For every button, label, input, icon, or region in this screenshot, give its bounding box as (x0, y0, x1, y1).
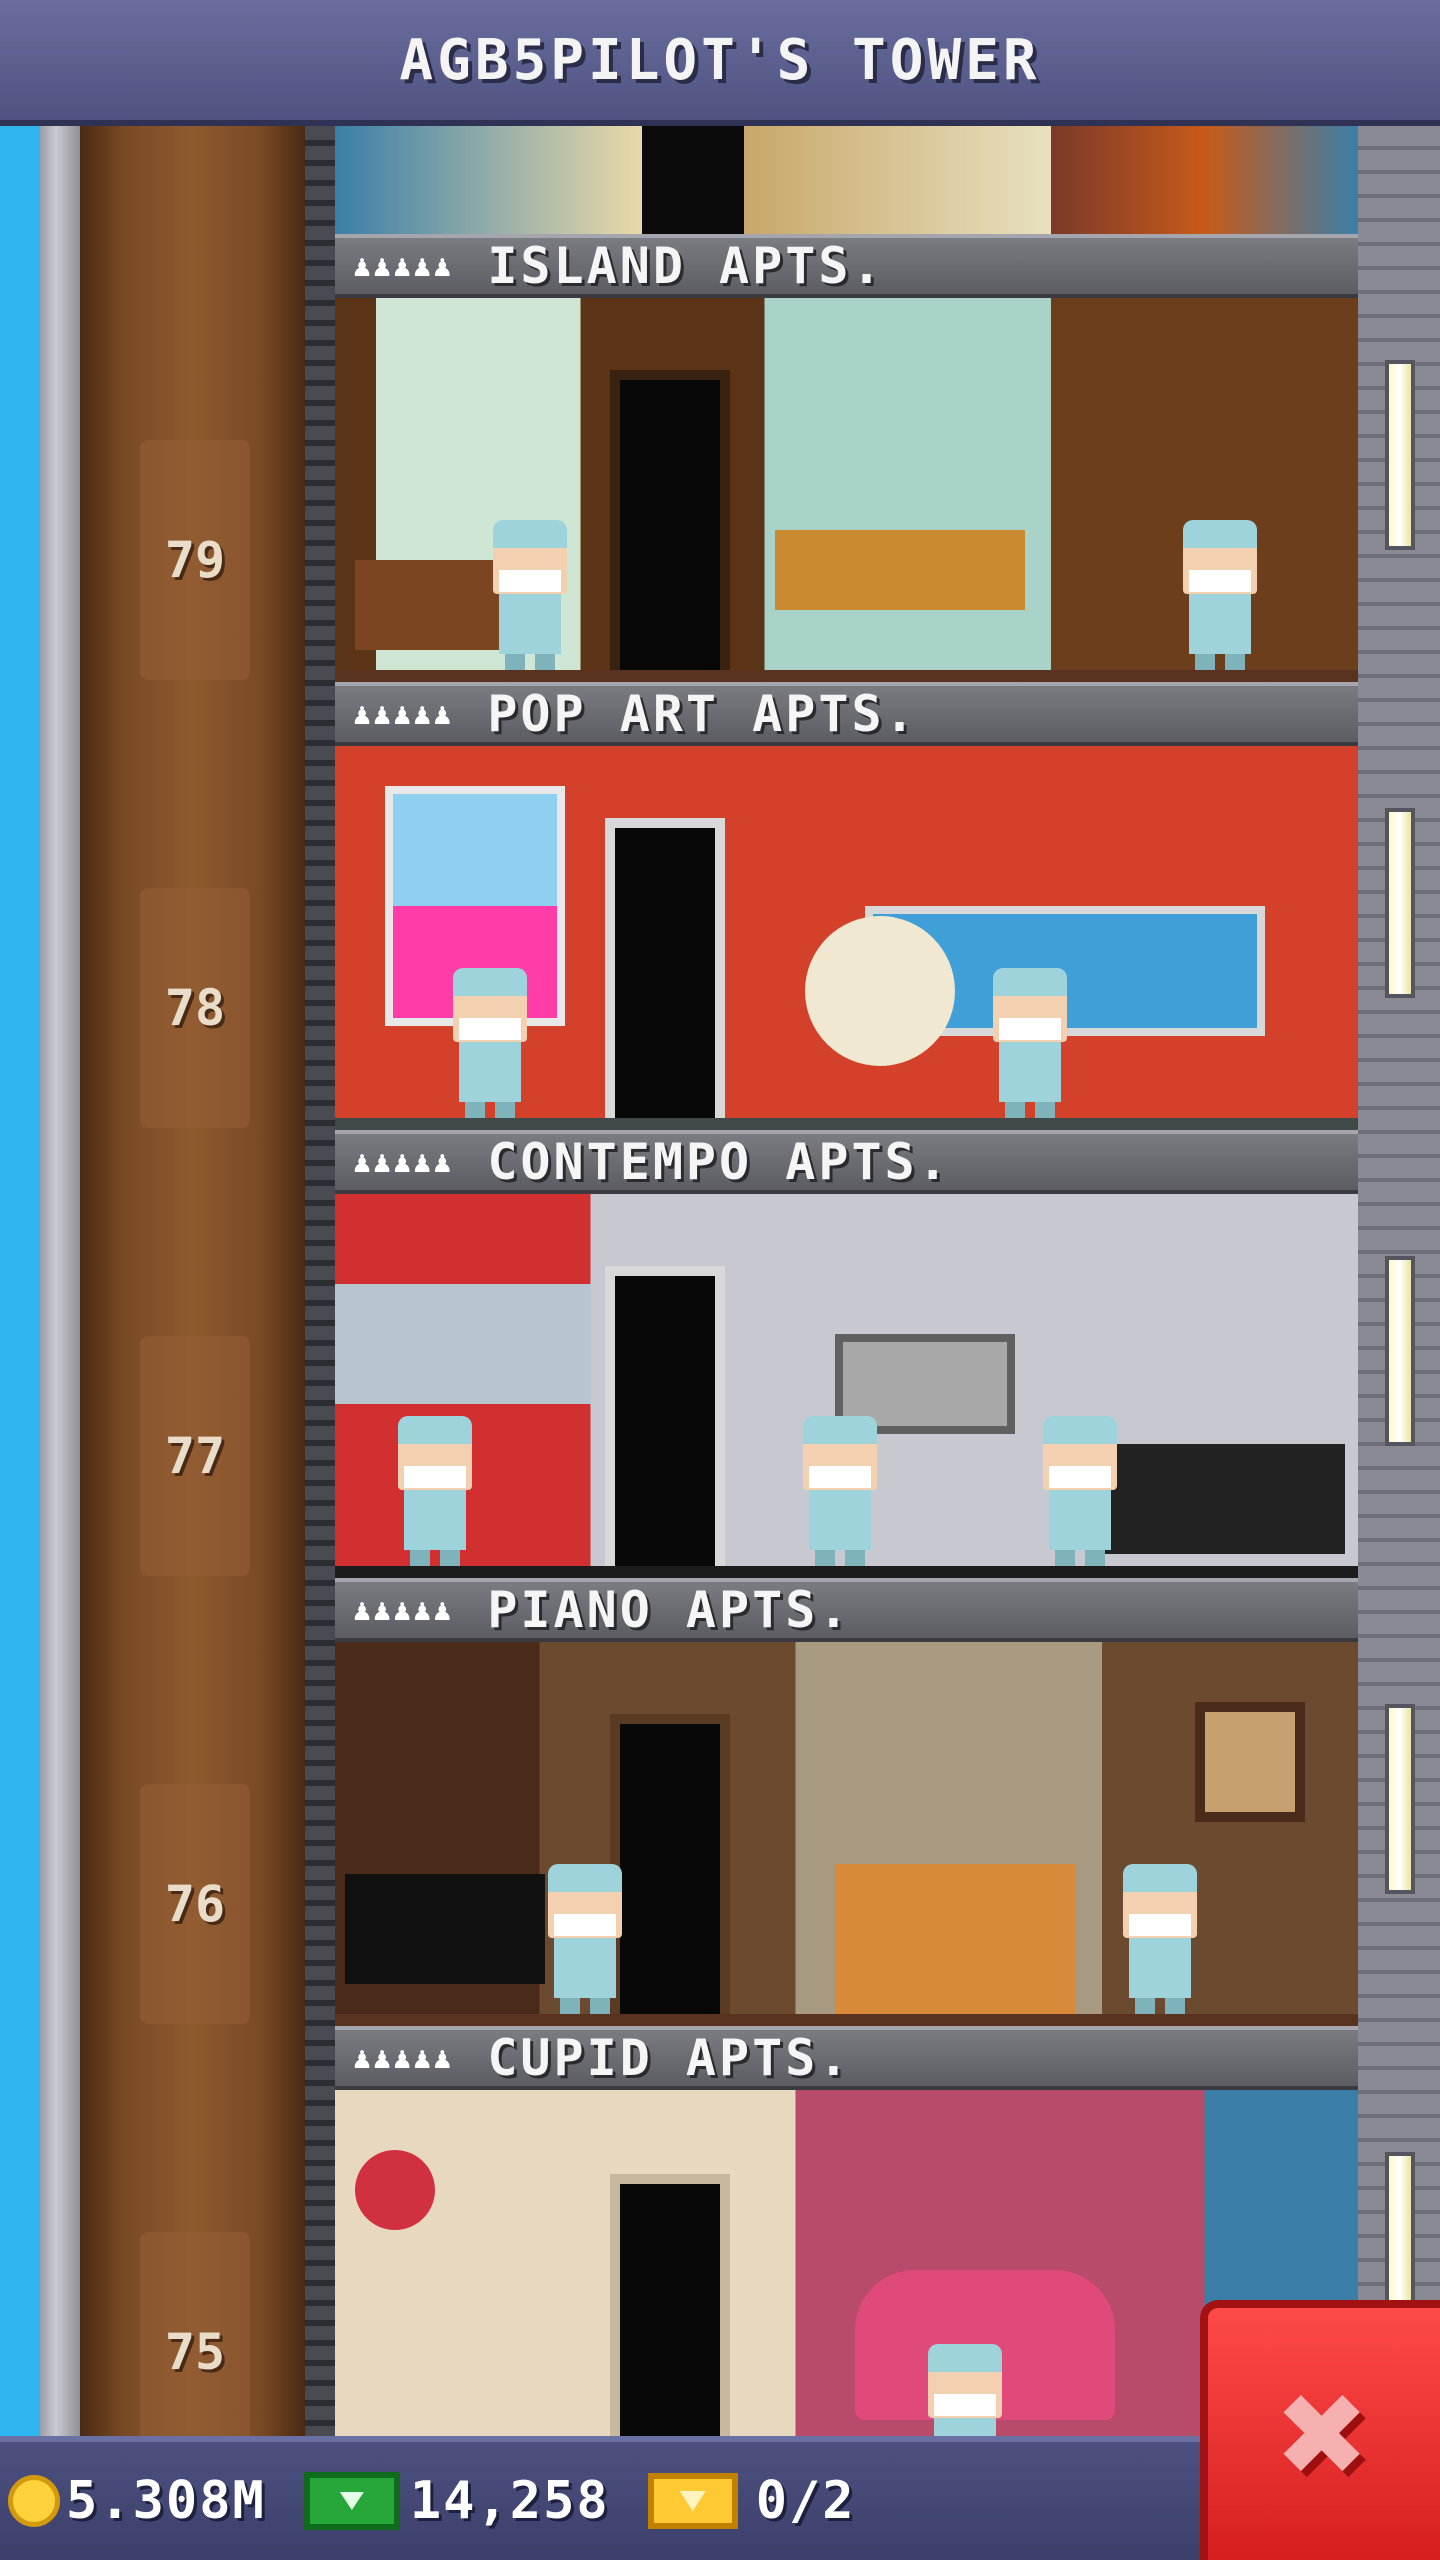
floor-78[interactable]: ♟♟♟♟♟ POP ART APTS. (335, 682, 1358, 1130)
close-button[interactable]: ✖ (1200, 2300, 1440, 2560)
bed (835, 1864, 1075, 2014)
bitizen[interactable] (445, 968, 535, 1118)
residents-icons: ♟♟♟♟♟ (353, 696, 454, 732)
floor-name: PIANO APTS. (487, 1581, 852, 1639)
floor-number-77: 77 (140, 1336, 250, 1576)
facade-window (1385, 1704, 1415, 1894)
room-contempo[interactable] (335, 1194, 1358, 1578)
apartment-door (605, 818, 725, 1118)
floor-76[interactable]: ♟♟♟♟♟ PIANO APTS. (335, 1578, 1358, 2026)
window-blinds (335, 1284, 591, 1404)
tickets-display[interactable]: 0/2 (647, 2471, 856, 2531)
apartment-door (610, 370, 730, 670)
title-bar: AGB5PILOT'S TOWER (0, 0, 1440, 126)
bitizen[interactable] (485, 520, 575, 670)
floor-number-76: 76 (140, 1784, 250, 2024)
room-partial-top[interactable] (335, 126, 1358, 234)
tower-bux-icon (303, 2472, 400, 2530)
egg-chair (805, 916, 955, 1066)
residents-icons: ♟♟♟♟♟ (353, 2040, 454, 2076)
bitizen[interactable] (390, 1416, 480, 1566)
floor-header: ♟♟♟♟♟ CONTEMPO APTS. (335, 1130, 1358, 1194)
bitizen[interactable] (985, 968, 1075, 1118)
floor-number-79: 79 (140, 440, 250, 680)
floor-name: CUPID APTS. (487, 2029, 852, 2087)
facade-window (1385, 1256, 1415, 1446)
facade-window (1385, 360, 1415, 550)
room-island[interactable] (335, 298, 1358, 682)
bux-value: 14,258 (409, 2471, 610, 2531)
bitizen[interactable] (795, 1416, 885, 1566)
sky-background (0, 126, 40, 2436)
bed (775, 530, 1025, 610)
bitizen[interactable] (1175, 520, 1265, 670)
floor-name: POP ART APTS. (487, 685, 918, 743)
tickets-value: 0/2 (755, 2471, 856, 2531)
residents-icons: ♟♟♟♟♟ (353, 1144, 454, 1180)
coins-value: 5.308M (66, 2471, 266, 2531)
residents-icons: ♟♟♟♟♟ (353, 1592, 454, 1628)
floor-name: CONTEMPO APTS. (487, 1133, 951, 1191)
floor-header: ♟♟♟♟♟ ISLAND APTS. (335, 234, 1358, 298)
bux-display[interactable]: 14,258 (303, 2471, 610, 2531)
facade-window (1385, 808, 1415, 998)
tower-title: AGB5PILOT'S TOWER (399, 27, 1041, 93)
tower-pipe (40, 126, 80, 2436)
golden-ticket-icon (647, 2473, 738, 2529)
roses-vase (355, 2150, 435, 2230)
floor-79[interactable]: ♟♟♟♟♟ ISLAND APTS. (335, 234, 1358, 682)
framed-map (1195, 1702, 1305, 1822)
bitizen[interactable] (1115, 1864, 1205, 2014)
apartment-door (610, 2174, 730, 2474)
bitizen[interactable] (540, 1864, 630, 2014)
grand-piano (345, 1874, 545, 1984)
room-piano[interactable] (335, 1642, 1358, 2026)
floor-name: ISLAND APTS. (487, 237, 885, 295)
room-pop-art[interactable] (335, 746, 1358, 1130)
apartment-door (605, 1266, 725, 1566)
close-icon: ✖ (1278, 2347, 1370, 2521)
coins-display[interactable]: 5.308M (8, 2471, 266, 2531)
floor-header: ♟♟♟♟♟ CUPID APTS. (335, 2026, 1358, 2090)
bitizen[interactable] (1035, 1416, 1125, 1566)
residents-icons: ♟♟♟♟♟ (353, 248, 454, 284)
elevator-rail (305, 126, 335, 2436)
floor-77[interactable]: ♟♟♟♟♟ CONTEMPO APTS. (335, 1130, 1358, 1578)
coin-icon (8, 2475, 60, 2527)
floor-number-78: 78 (140, 888, 250, 1128)
floor-header: ♟♟♟♟♟ POP ART APTS. (335, 682, 1358, 746)
floor-header: ♟♟♟♟♟ PIANO APTS. (335, 1578, 1358, 1642)
